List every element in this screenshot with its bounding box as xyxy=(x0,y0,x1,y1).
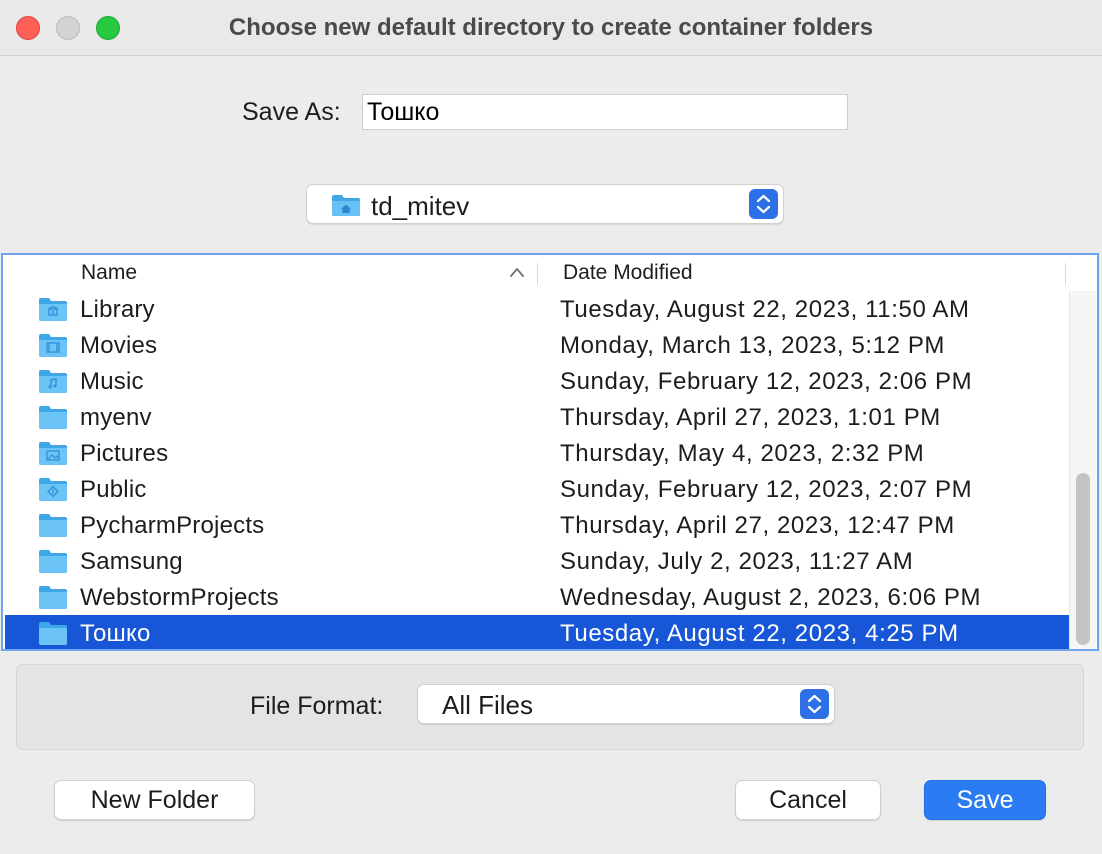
file-row[interactable]: Library Tuesday, August 22, 2023, 11:50 A… xyxy=(5,291,1069,327)
file-date-modified: Sunday, February 12, 2023, 2:07 PM xyxy=(560,476,973,503)
file-date-modified: Thursday, April 27, 2023, 12:47 PM xyxy=(560,512,955,539)
sort-ascending-icon xyxy=(509,265,525,283)
column-header: Name Date Modified xyxy=(3,255,1067,291)
location-label: td_mitev xyxy=(371,191,470,221)
file-row[interactable]: myenv Thursday, April 27, 2023, 1:01 PM xyxy=(5,399,1069,435)
home-folder-icon xyxy=(331,193,361,222)
column-header-date[interactable]: Date Modified xyxy=(563,261,693,285)
save-as-label: Save As: xyxy=(242,98,341,126)
file-name: WebstormProjects xyxy=(80,584,279,611)
file-name: Movies xyxy=(80,332,158,359)
file-name: Pictures xyxy=(80,440,169,467)
file-row[interactable]: WebstormProjects Wednesday, August 2, 202… xyxy=(5,579,1069,615)
file-name: Samsung xyxy=(80,548,183,575)
file-date-modified: Monday, March 13, 2023, 5:12 PM xyxy=(560,332,946,359)
folder-icon xyxy=(38,548,68,579)
file-format-select[interactable]: All Files xyxy=(417,684,835,724)
folder-icon xyxy=(38,620,68,649)
file-date-modified: Wednesday, August 2, 2023, 6:06 PM xyxy=(560,584,982,611)
file-date-modified: Sunday, July 2, 2023, 11:27 AM xyxy=(560,548,914,575)
file-row[interactable]: Music Sunday, February 12, 2023, 2:06 PM xyxy=(5,363,1069,399)
file-name: myenv xyxy=(80,404,152,431)
file-date-modified: Tuesday, August 22, 2023, 4:25 PM xyxy=(560,620,959,647)
column-separator[interactable] xyxy=(537,263,538,285)
pictures-folder-icon xyxy=(38,440,68,471)
location-stepper-icon xyxy=(749,189,778,219)
file-row[interactable]: PycharmProjects Thursday, April 27, 2023,… xyxy=(5,507,1069,543)
file-name: Тошко xyxy=(80,620,151,647)
file-row[interactable]: Movies Monday, March 13, 2023, 5:12 PM xyxy=(5,327,1069,363)
title-bar: Choose new default directory to create c… xyxy=(0,0,1102,56)
music-folder-icon xyxy=(38,368,68,399)
zoom-window-button[interactable] xyxy=(96,16,120,40)
public-folder-icon xyxy=(38,476,68,507)
file-format-label: File Format: xyxy=(250,692,384,720)
minimize-window-button[interactable] xyxy=(56,16,80,40)
file-format-value: All Files xyxy=(442,690,534,720)
file-name: PycharmProjects xyxy=(80,512,265,539)
folder-icon xyxy=(38,584,68,615)
folder-icon xyxy=(38,512,68,543)
column-header-name[interactable]: Name xyxy=(81,261,137,285)
file-date-modified: Thursday, May 4, 2023, 2:32 PM xyxy=(560,440,925,467)
file-date-modified: Tuesday, August 22, 2023, 11:50 AM xyxy=(560,296,970,323)
file-name: Library xyxy=(80,296,155,323)
file-list[interactable]: Name Date Modified Library Tuesday, Augus… xyxy=(1,253,1099,651)
folder-icon xyxy=(38,404,68,435)
save-button[interactable]: Save xyxy=(924,780,1046,820)
file-row[interactable]: Samsung Sunday, July 2, 2023, 11:27 AM xyxy=(5,543,1069,579)
column-separator[interactable] xyxy=(1065,263,1066,285)
file-format-stepper-icon xyxy=(800,689,829,719)
file-row[interactable]: Тошко Tuesday, August 22, 2023, 4:25 PM xyxy=(5,615,1069,649)
file-row[interactable]: Pictures Thursday, May 4, 2023, 2:32 PM xyxy=(5,435,1069,471)
new-folder-button[interactable]: New Folder xyxy=(54,780,255,820)
vertical-scrollbar[interactable] xyxy=(1069,291,1096,649)
file-row[interactable]: Public Sunday, February 12, 2023, 2:07 PM xyxy=(5,471,1069,507)
file-name: Music xyxy=(80,368,144,395)
file-date-modified: Thursday, April 27, 2023, 1:01 PM xyxy=(560,404,941,431)
file-date-modified: Sunday, February 12, 2023, 2:06 PM xyxy=(560,368,973,395)
cancel-button[interactable]: Cancel xyxy=(735,780,881,820)
movies-folder-icon xyxy=(38,332,68,363)
scrollbar-thumb[interactable] xyxy=(1076,473,1090,645)
file-name: Public xyxy=(80,476,147,503)
library-folder-icon xyxy=(38,296,68,327)
window-title: Choose new default directory to create c… xyxy=(228,14,874,41)
save-as-input[interactable] xyxy=(362,94,848,130)
close-window-button[interactable] xyxy=(16,16,40,40)
location-popup[interactable]: td_mitev xyxy=(306,184,784,224)
